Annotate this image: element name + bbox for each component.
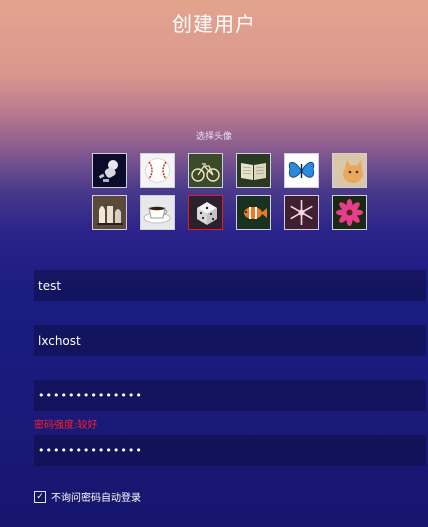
avatar-option-bicycle[interactable] <box>188 153 223 188</box>
avatar-grid <box>92 153 367 230</box>
avatar-option-book[interactable] <box>236 153 271 188</box>
hostname-field[interactable]: lxchost <box>34 325 426 356</box>
avatar-option-chess[interactable] <box>92 195 127 230</box>
avatar-section-label: 选择头像 <box>195 132 232 142</box>
auto-login-label: 不询问密码自动登录 <box>51 493 141 504</box>
avatar-option-cat[interactable] <box>332 153 367 188</box>
avatar-option-flower[interactable] <box>332 195 367 230</box>
avatar-option-dice[interactable] <box>188 195 223 230</box>
snowflake-icon <box>285 196 318 229</box>
avatar-option-baseball[interactable] <box>140 153 175 188</box>
avatar-option-astronaut[interactable] <box>92 153 127 188</box>
cat-icon <box>333 154 366 187</box>
avatar-option-fish[interactable] <box>236 195 271 230</box>
dice-icon <box>189 196 222 229</box>
baseball-icon <box>141 154 174 187</box>
avatar-option-coffee[interactable] <box>140 195 175 230</box>
auto-login-checkbox[interactable]: ✓ <box>34 490 46 503</box>
butterfly-icon <box>285 154 318 187</box>
username-field[interactable]: test <box>34 270 426 301</box>
coffee-icon <box>141 196 174 229</box>
flower-icon <box>333 196 366 229</box>
bicycle-icon <box>189 154 222 187</box>
auto-login-option[interactable]: ✓ 不询问密码自动登录 <box>34 489 141 504</box>
password-field[interactable]: •••••••••••••• <box>34 380 426 411</box>
chess-icon <box>93 196 126 229</box>
fish-icon <box>237 196 270 229</box>
book-icon <box>237 154 270 187</box>
avatar-option-butterfly[interactable] <box>284 153 319 188</box>
confirm-password-field[interactable]: •••••••••••••• <box>34 435 426 466</box>
page-title: 创建用户 <box>172 12 256 36</box>
password-strength-text: 密码强度:较好 <box>34 420 98 431</box>
astronaut-icon <box>93 154 126 187</box>
avatar-option-snowflake[interactable] <box>284 195 319 230</box>
